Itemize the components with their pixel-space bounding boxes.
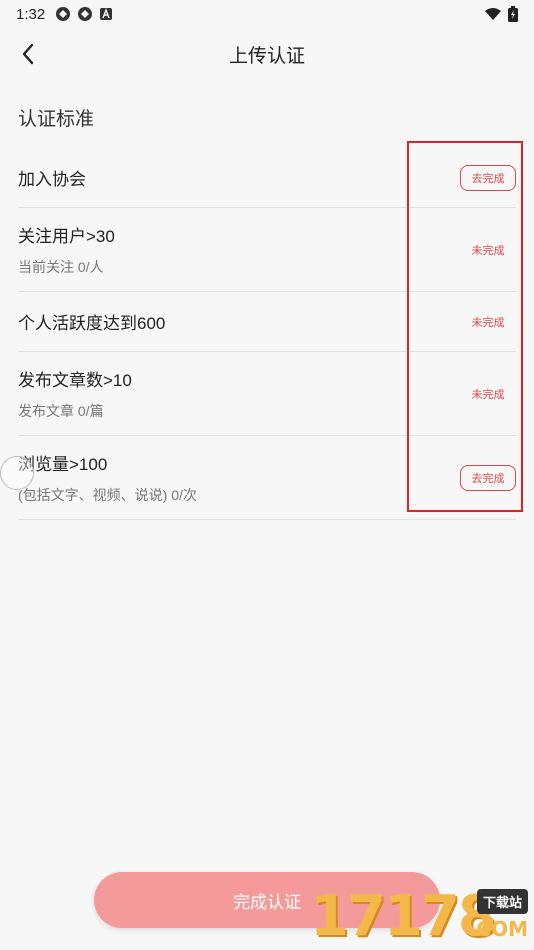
- system-icons: [484, 6, 518, 22]
- a-badge-icon: [100, 8, 113, 20]
- watermark-tag: 下载站: [476, 889, 528, 914]
- notification-icons: [55, 6, 113, 22]
- watermark-number: 17178: [310, 884, 497, 949]
- wifi-icon: [485, 8, 501, 20]
- back-arrow-icon: [22, 43, 34, 65]
- floating-assist-button[interactable]: [0, 456, 34, 490]
- section-title: 认证标准: [18, 109, 95, 130]
- battery-icon: [508, 6, 518, 22]
- back-button[interactable]: [14, 40, 42, 68]
- app-notification-icon: [56, 7, 71, 21]
- status-time: 1:32: [16, 5, 46, 23]
- header: 上传认证: [0, 28, 534, 80]
- watermark-logo: 17178 下载站 .COM: [310, 885, 534, 949]
- app-notification-icon: [78, 7, 93, 21]
- watermark-suffix: .COM: [468, 917, 528, 941]
- page-title: 上传认证: [228, 45, 305, 67]
- highlight-box: [407, 141, 523, 512]
- status-bar: 1:32: [0, 0, 534, 28]
